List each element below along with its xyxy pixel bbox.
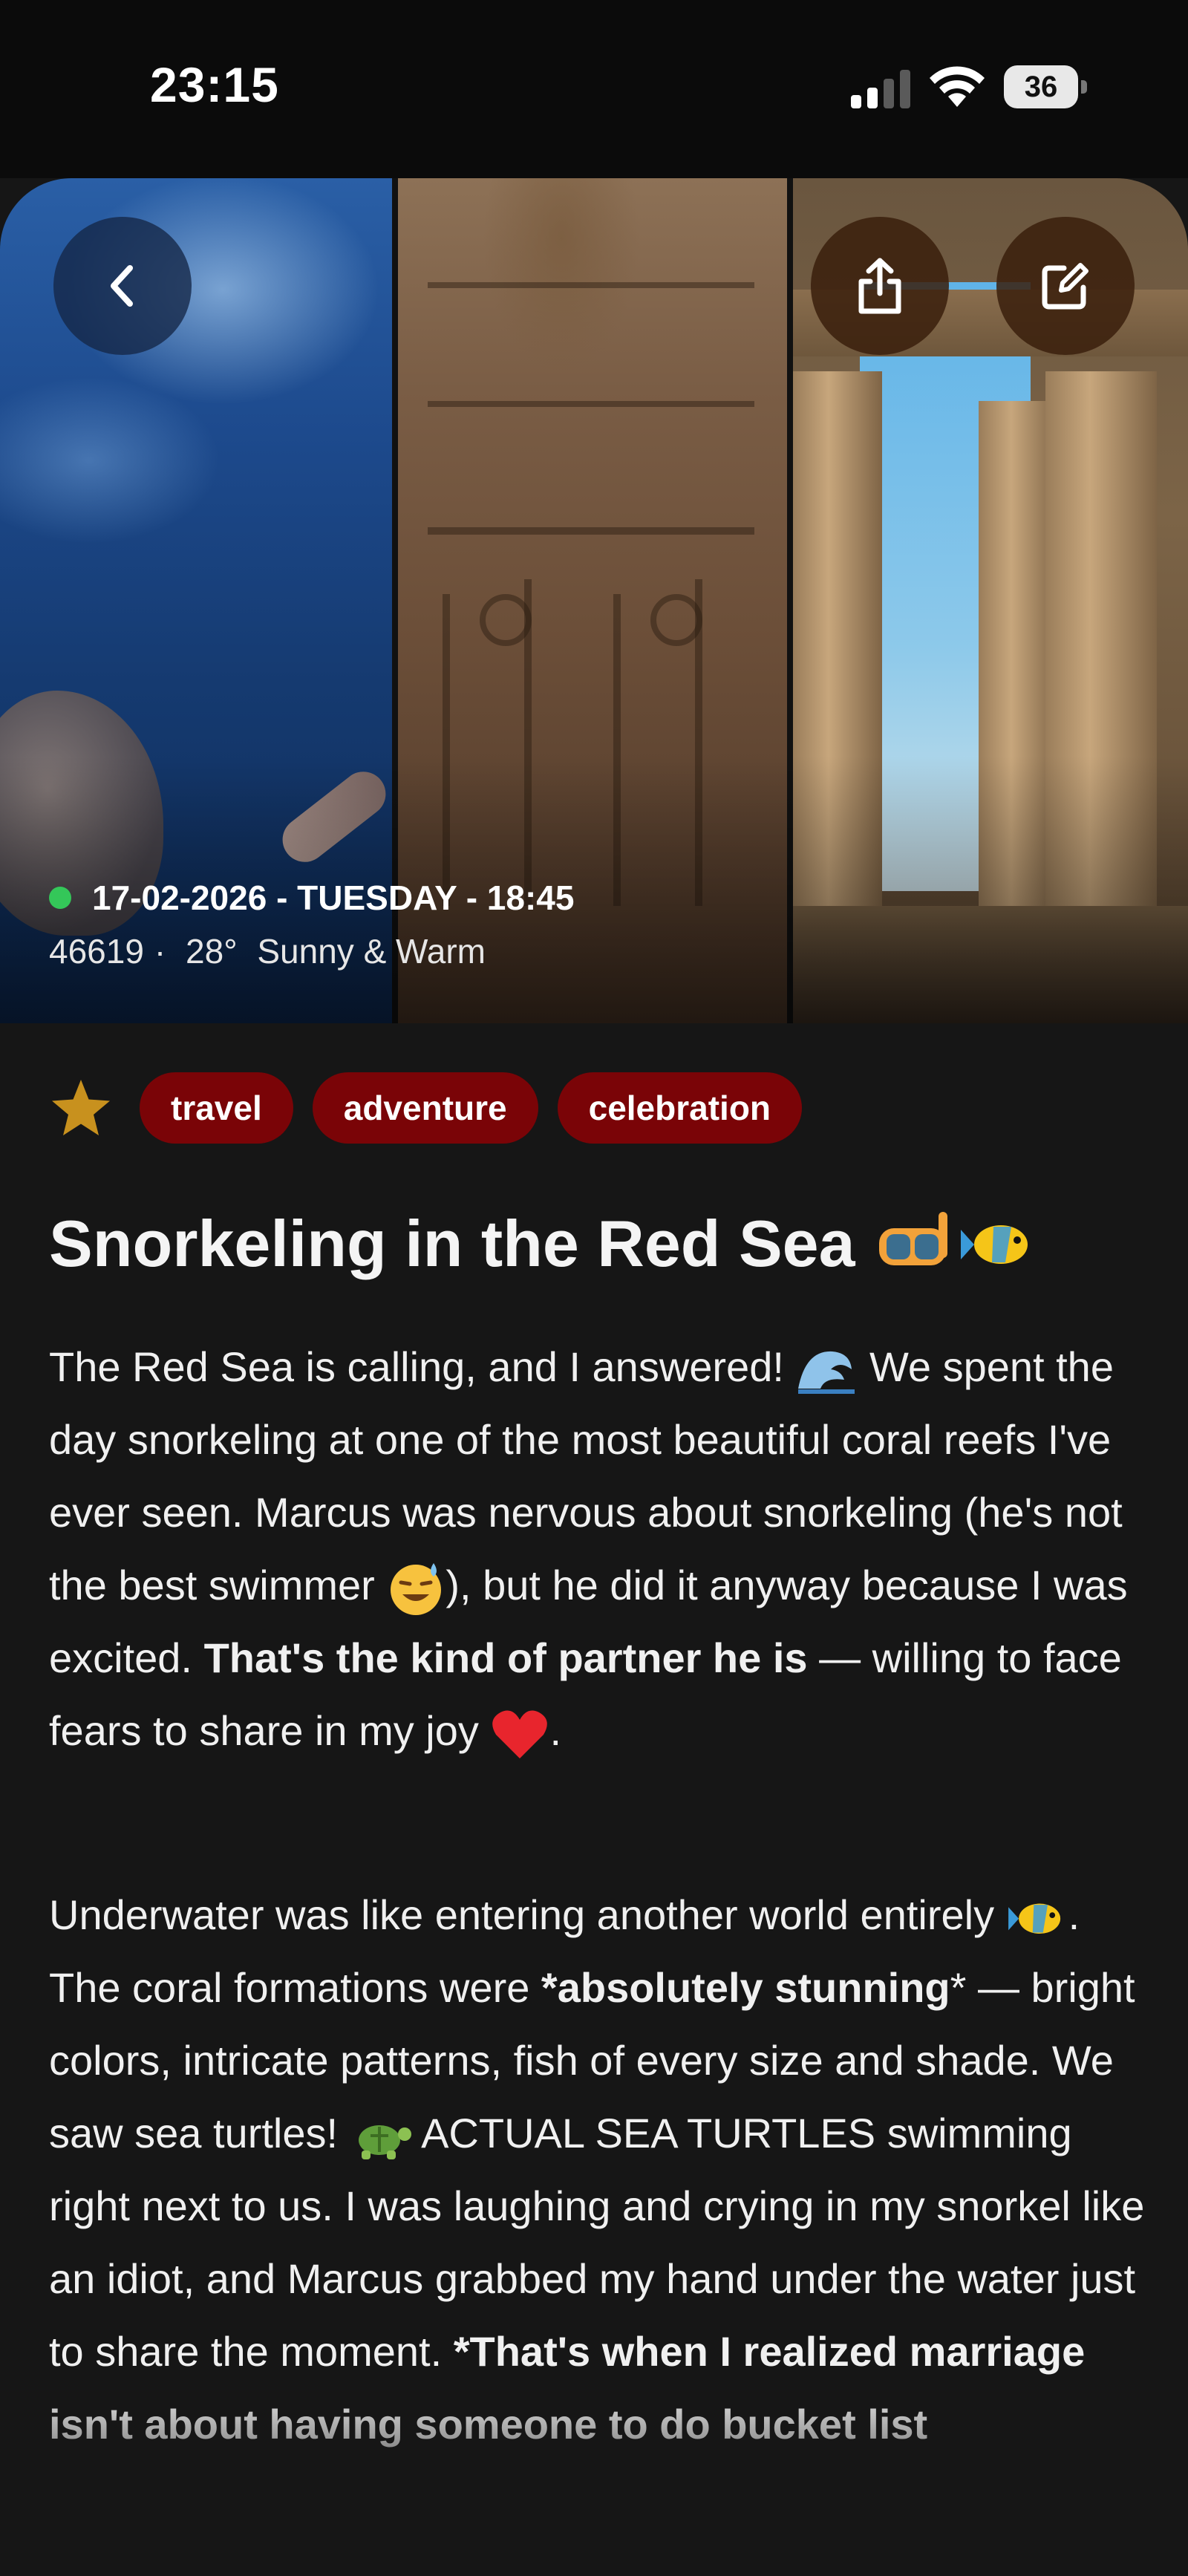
tropical-fish-emoji [960,1225,1028,1264]
tropical-fish-emoji [1008,1903,1060,1934]
status-dot [49,887,71,909]
back-button[interactable] [53,217,192,355]
battery-level: 36 [1004,65,1078,108]
edit-icon [1042,263,1089,310]
tags-row: travel adventure celebration [49,1072,821,1144]
temperature: 28° [186,932,238,971]
chevron-left-icon [111,265,133,307]
entry-date: 17-02-2026 - TUESDAY - 18:45 [49,878,574,918]
diving-mask-emoji [878,1212,947,1265]
p2-text-1: Underwater was like entering another wor… [49,1891,1006,1938]
stats-separator: · [154,932,166,971]
red-heart-emoji [492,1710,548,1759]
date-line: 17-02-2026 - TUESDAY - 18:45 [92,878,575,917]
p1-bold-1: That's the kind of partner he is [203,1634,808,1681]
turtle-emoji [358,2125,411,2160]
tag-celebration[interactable]: celebration [557,1072,803,1144]
p2-bold-1: *absolutely stunning [541,1964,950,2011]
p1-text-5: . [549,1707,562,1754]
sweat-smile-emoji [391,1563,442,1616]
bottom-fade-overlay [0,2383,1188,2576]
p1-text-1: The Red Sea is calling, and I answered! [49,1343,796,1390]
signal-icon [851,70,910,108]
wave-emoji [798,1351,855,1395]
entry-paragraph-1: The Red Sea is calling, and I answered! … [49,1331,1148,1767]
share-icon [858,258,901,314]
hero-gallery[interactable]: 17-02-2026 - TUESDAY - 18:45 46619 · 28° … [0,178,1188,1023]
tag-adventure[interactable]: adventure [312,1072,538,1144]
star-icon[interactable] [49,1076,113,1140]
tag-travel[interactable]: travel [140,1072,293,1144]
status-bar: 23:15 36 [0,0,1188,178]
entry-stats: 46619 · 28° Sunny & Warm [49,931,496,971]
edit-button[interactable] [996,217,1135,355]
entry-id: 46619 [49,932,144,971]
share-button[interactable] [811,217,949,355]
wifi-icon [930,66,985,107]
status-time: 23:15 [150,57,279,112]
entry-title: Snorkeling in the Red Sea [49,1207,855,1280]
entry-paragraph-2: Underwater was like entering another wor… [49,1879,1148,2461]
weather-label: Sunny & Warm [257,932,486,971]
entry-title-row: Snorkeling in the Red Sea [49,1206,1037,1282]
battery-icon: 36 [1004,65,1087,108]
entry-content: travel adventure celebration Snorkeling … [0,1023,1188,2576]
